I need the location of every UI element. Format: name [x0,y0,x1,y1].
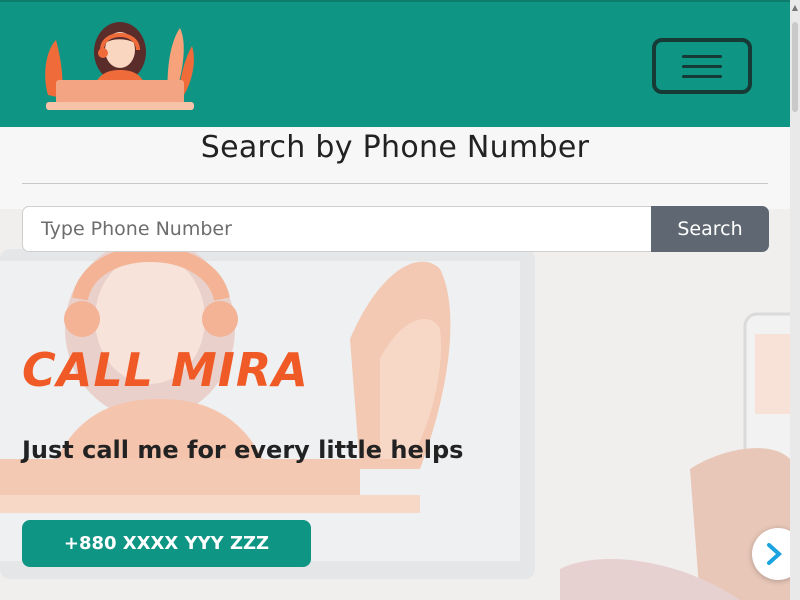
search-button[interactable]: Search [651,206,769,252]
scrollbar-thumb[interactable] [792,22,798,112]
hero-title: CALL MIRA [22,343,309,397]
hero-subtitle: Just call me for every little helps [22,436,464,464]
top-navbar [0,0,790,129]
woman-at-laptop-logo-icon [45,22,194,110]
brand-logo[interactable] [42,20,198,114]
call-phone-button[interactable]: +880 XXXX YYY ZZZ [22,520,311,567]
menu-toggle-button[interactable] [652,38,752,94]
phone-search-input[interactable] [22,206,652,252]
scroll-up-icon[interactable]: ▲ [791,2,799,14]
hamburger-icon-bar [682,74,722,78]
divider [22,183,768,184]
hamburger-icon-bar [682,64,722,68]
chevron-right-icon [767,543,782,565]
hamburger-icon-bar [682,54,722,58]
search-title: Search by Phone Number [200,130,590,165]
